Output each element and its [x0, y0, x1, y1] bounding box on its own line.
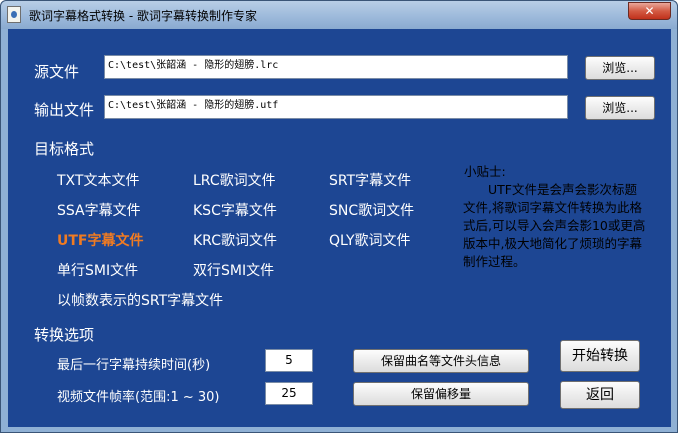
dialog-body: 源文件 C:\test\张韶涵 - 隐形的翅膀.lrc 浏览... 输出文件 C… — [8, 29, 671, 427]
keep-header-button[interactable]: 保留曲名等文件头信息 — [353, 349, 529, 373]
source-file-input[interactable]: C:\test\张韶涵 - 隐形的翅膀.lrc — [104, 55, 568, 79]
last-line-duration-input[interactable]: 5 — [265, 349, 313, 372]
options-title: 转换选项 — [34, 326, 95, 344]
app-icon — [7, 6, 21, 23]
keep-offset-button[interactable]: 保留偏移量 — [353, 382, 529, 406]
format-option-srt[interactable]: SRT字幕文件 — [329, 170, 411, 190]
format-option-lrc[interactable]: LRC歌词文件 — [193, 170, 276, 190]
output-file-label: 输出文件 — [34, 101, 95, 119]
format-option-utf[interactable]: UTF字幕文件 — [57, 230, 143, 250]
window-title: 歌词字幕格式转换 - 歌词字幕转换制作专家 — [29, 9, 257, 23]
fps-input[interactable]: 25 — [265, 382, 313, 405]
output-browse-button[interactable]: 浏览... — [585, 96, 655, 120]
back-button[interactable]: 返回 — [560, 381, 640, 409]
format-option-ksc[interactable]: KSC字幕文件 — [193, 200, 277, 220]
format-option-qly[interactable]: QLY歌词文件 — [329, 230, 411, 250]
target-format-title: 目标格式 — [34, 140, 95, 158]
start-convert-button[interactable]: 开始转换 — [560, 340, 640, 372]
tip-text: UTF文件是会声会影次标题文件,将歌词字幕文件转换为此格式后,可以导入会声会影1… — [463, 182, 646, 269]
format-option-ssa[interactable]: SSA字幕文件 — [57, 200, 141, 220]
last-line-duration-label: 最后一行字幕持续时间(秒) — [57, 358, 211, 373]
title-bar[interactable]: 歌词字幕格式转换 - 歌词字幕转换制作专家 ✕ — [1, 1, 677, 29]
format-option-snc[interactable]: SNC歌词文件 — [329, 200, 414, 220]
converter-window: 歌词字幕格式转换 - 歌词字幕转换制作专家 ✕ 源文件 C:\test\张韶涵 … — [0, 0, 678, 433]
fps-label: 视频文件帧率(范围:1 ~ 30) — [57, 390, 220, 405]
format-option-smi-single[interactable]: 单行SMI文件 — [57, 260, 138, 280]
format-option-srt-frames[interactable]: 以帧数表示的SRT字幕文件 — [57, 290, 223, 310]
source-browse-button[interactable]: 浏览... — [585, 56, 655, 80]
close-button[interactable]: ✕ — [628, 2, 671, 20]
format-option-txt[interactable]: TXT文本文件 — [57, 170, 139, 190]
tip-title: 小贴士: — [464, 164, 506, 179]
format-option-smi-double[interactable]: 双行SMI文件 — [193, 260, 274, 280]
source-file-label: 源文件 — [34, 63, 80, 81]
format-option-krc[interactable]: KRC歌词文件 — [193, 230, 277, 250]
output-file-input[interactable]: C:\test\张韶涵 - 隐形的翅膀.utf — [104, 95, 568, 119]
